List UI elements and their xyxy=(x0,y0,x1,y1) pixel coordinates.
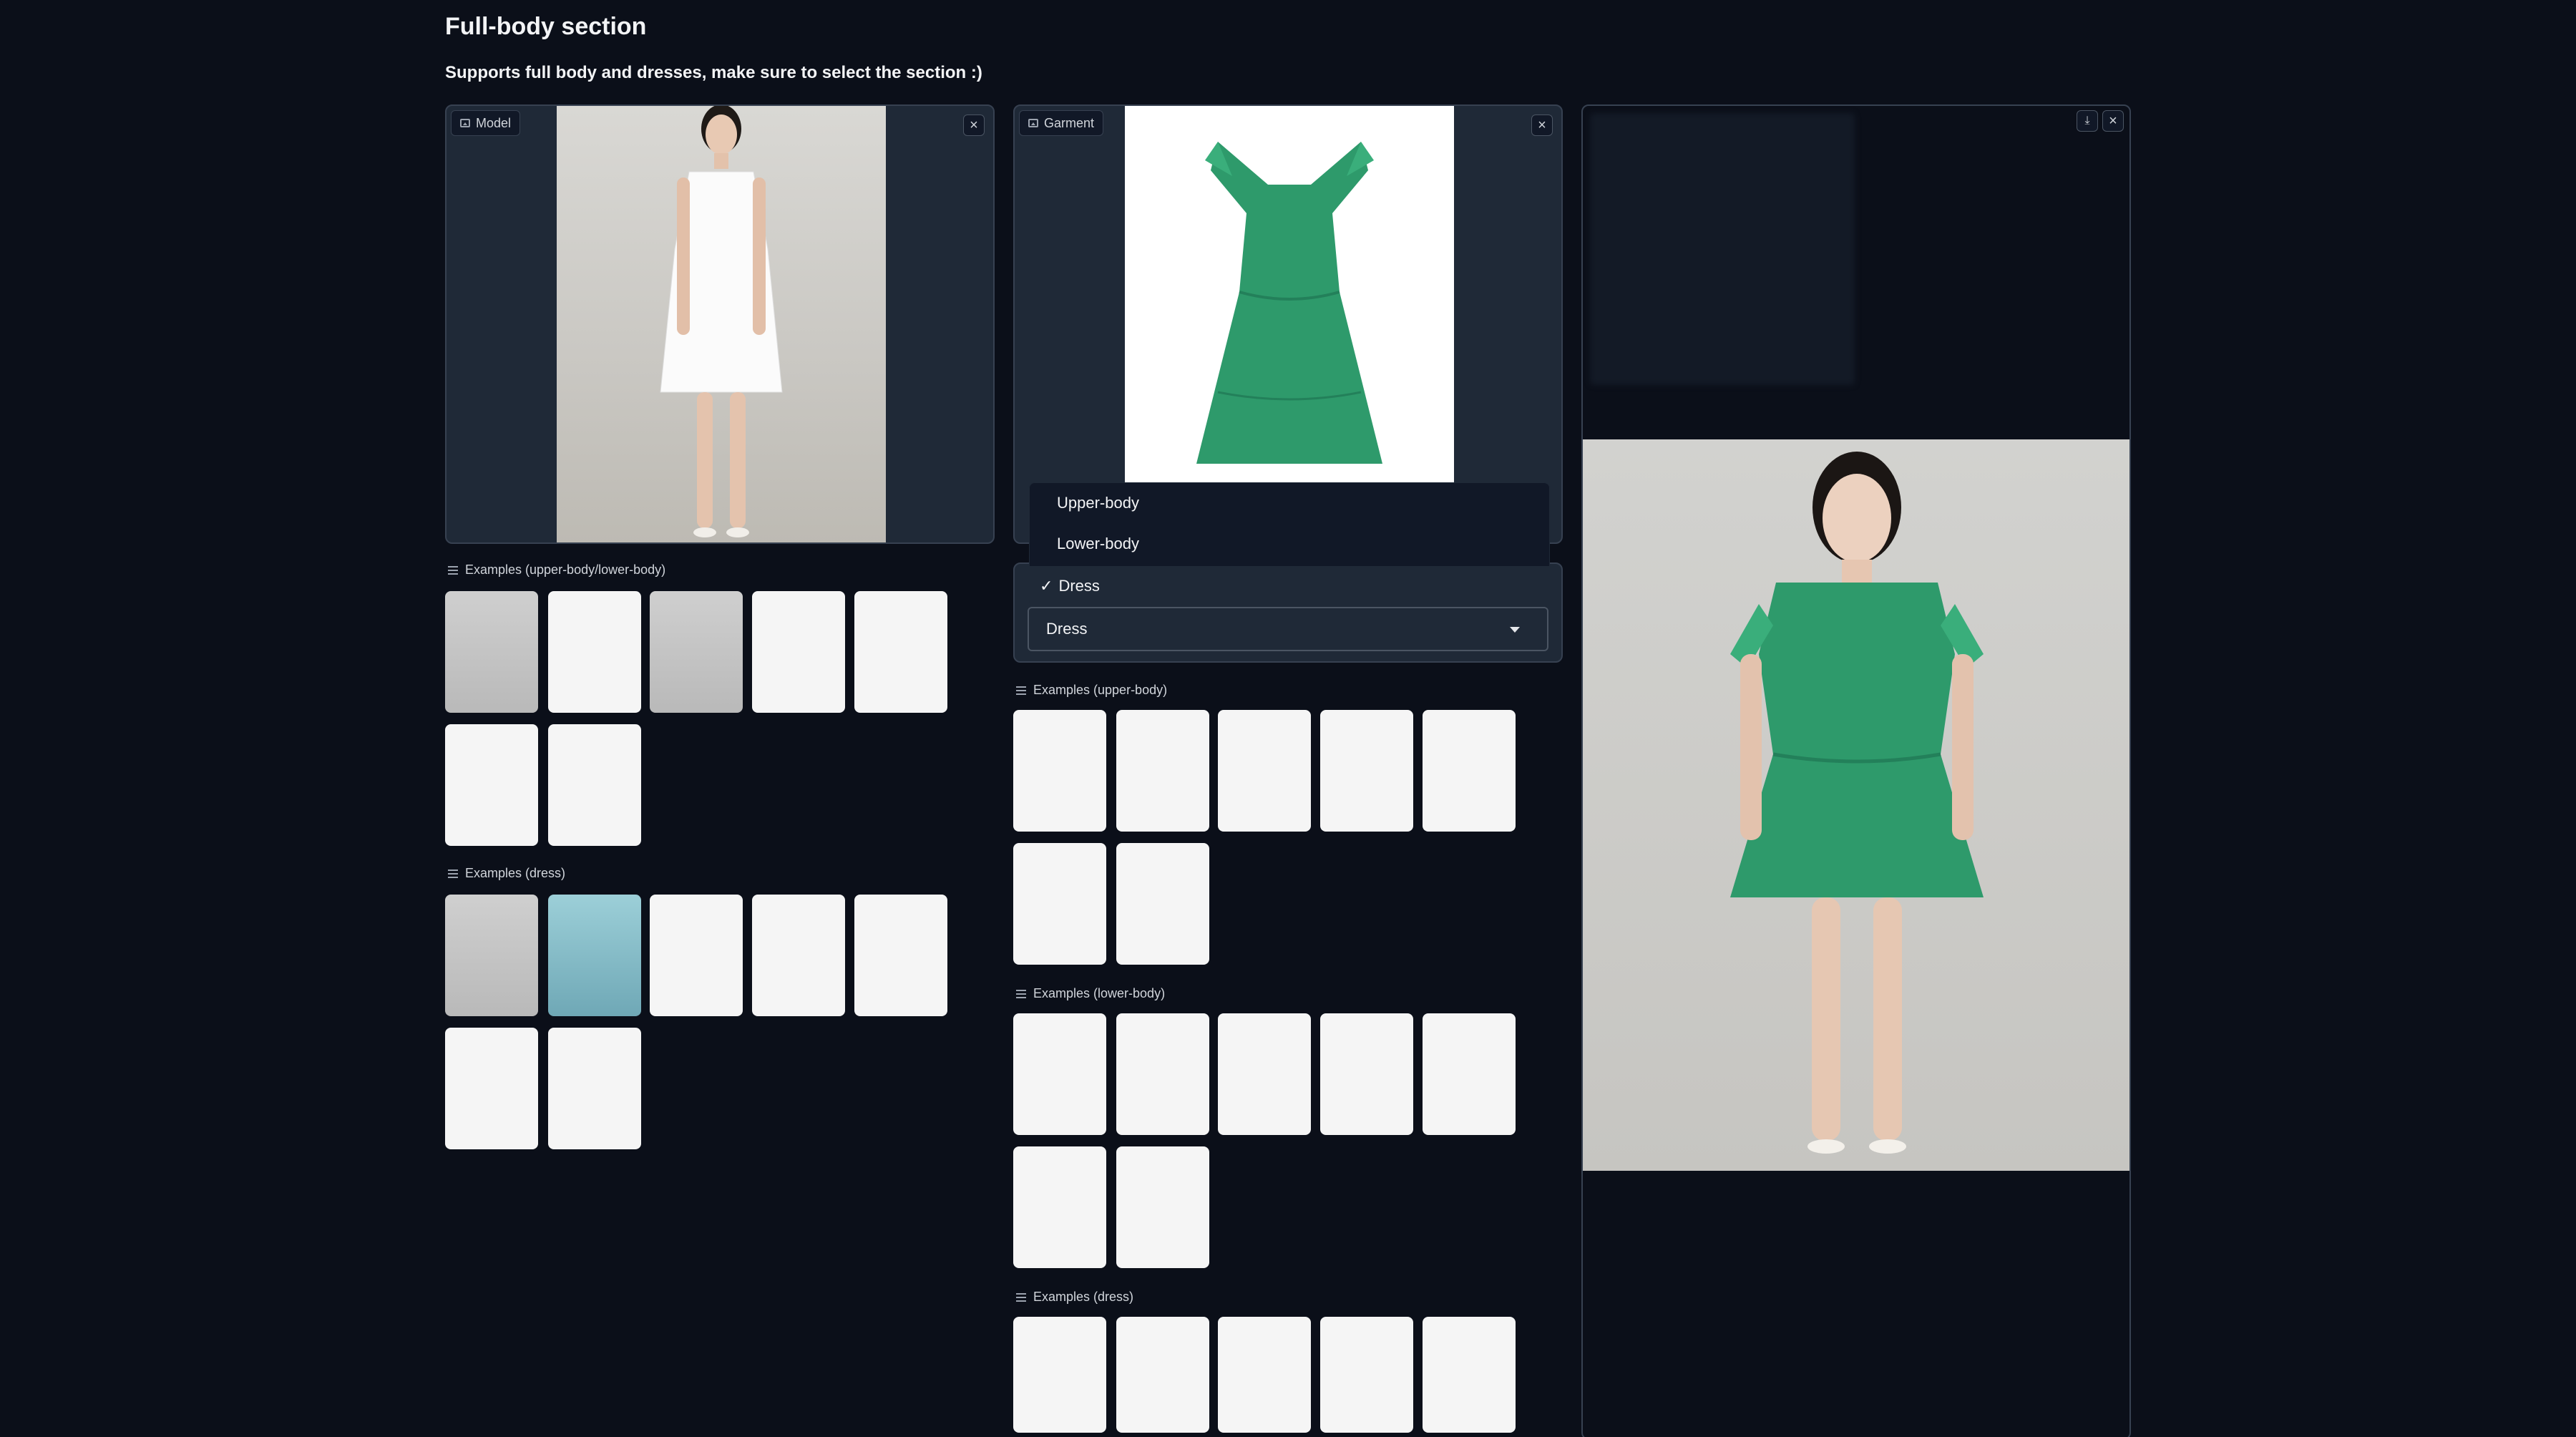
close-icon: × xyxy=(1538,117,1546,133)
dropdown-option-dress[interactable]: ✓ Dress xyxy=(1030,566,1551,606)
model-clear-button[interactable]: × xyxy=(963,115,985,136)
example-thumb[interactable] xyxy=(1423,1013,1516,1135)
option-text: Upper-body xyxy=(1057,494,1139,512)
model-label-text: Model xyxy=(476,115,512,130)
result-clear-button[interactable]: × xyxy=(2102,110,2124,132)
example-thumb[interactable] xyxy=(548,591,641,713)
example-thumb[interactable] xyxy=(1218,710,1311,832)
garment-photo xyxy=(1125,106,1454,485)
example-thumb[interactable] xyxy=(548,1028,641,1149)
example-thumb[interactable] xyxy=(1116,1013,1209,1135)
examples-upper-label: Examples (upper-body) xyxy=(1016,683,1167,698)
image-icon xyxy=(460,119,470,127)
model-image-label: Model xyxy=(451,110,521,136)
section-label-text: Examples (dress) xyxy=(1033,1290,1134,1304)
list-icon xyxy=(448,565,458,575)
example-thumb[interactable] xyxy=(854,895,947,1016)
close-icon: × xyxy=(970,117,978,133)
garment-image-panel[interactable]: Garment × xyxy=(1013,104,1563,544)
option-text: Lower-body xyxy=(1057,535,1139,552)
model-photo xyxy=(557,106,886,542)
example-thumb[interactable] xyxy=(1116,1146,1209,1268)
list-icon xyxy=(1016,1292,1026,1302)
model-image-panel[interactable]: Model × xyxy=(445,104,995,544)
model-figure xyxy=(660,106,783,537)
examples-upper-lower-label: Examples (upper-body/lower-body) xyxy=(448,562,665,578)
example-thumb[interactable] xyxy=(1013,1317,1106,1433)
check-icon: ✓ xyxy=(1040,577,1053,595)
example-thumb[interactable] xyxy=(1320,710,1413,832)
example-thumb[interactable] xyxy=(1013,1146,1106,1268)
example-thumb[interactable] xyxy=(854,591,947,713)
section-label-text: Examples (dress) xyxy=(465,866,566,880)
garment-clear-button[interactable]: × xyxy=(1531,115,1553,136)
category-select[interactable]: Dress xyxy=(1028,607,1548,651)
example-thumb[interactable] xyxy=(1116,710,1209,832)
examples-lower-label: Examples (lower-body) xyxy=(1016,986,1165,1001)
example-thumb[interactable] xyxy=(1320,1317,1413,1433)
result-image-panel[interactable]: ⤓ × xyxy=(1581,104,2131,1437)
result-figure xyxy=(1730,452,1984,1154)
example-thumb[interactable] xyxy=(1013,710,1106,832)
example-thumb[interactable] xyxy=(1320,1013,1413,1135)
example-thumb[interactable] xyxy=(1116,843,1209,965)
dropdown-option-lower-body[interactable]: Lower-body xyxy=(1030,524,1551,564)
image-icon xyxy=(1028,119,1038,127)
example-thumb[interactable] xyxy=(752,895,845,1016)
example-thumb[interactable] xyxy=(752,591,845,713)
result-download-button[interactable]: ⤓ xyxy=(2077,110,2098,132)
list-icon xyxy=(448,869,458,878)
result-preview-blur xyxy=(1590,113,1855,385)
option-text: Dress xyxy=(1058,577,1100,595)
example-thumb[interactable] xyxy=(650,591,743,713)
dropdown-option-upper-body[interactable]: Upper-body xyxy=(1030,483,1551,523)
example-thumb[interactable] xyxy=(650,895,743,1016)
page-subtitle: Supports full body and dresses, make sur… xyxy=(445,63,982,82)
example-thumb[interactable] xyxy=(548,895,641,1016)
garment-label-text: Garment xyxy=(1044,115,1095,130)
green-dress-figure xyxy=(1196,142,1382,464)
section-label-text: Examples (upper-body) xyxy=(1033,683,1168,697)
example-thumb[interactable] xyxy=(548,724,641,846)
category-dropdown-menu[interactable]: Upper-body Lower-body ✓ Dress xyxy=(1029,482,1551,606)
select-value: Dress xyxy=(1046,620,1088,638)
example-thumb[interactable] xyxy=(445,895,538,1016)
example-thumb[interactable] xyxy=(1423,710,1516,832)
list-icon xyxy=(1016,686,1026,695)
example-thumb[interactable] xyxy=(445,724,538,846)
examples-dress-label: Examples (dress) xyxy=(448,866,565,881)
page-title: Full-body section xyxy=(445,13,647,40)
example-thumb[interactable] xyxy=(1013,1013,1106,1135)
example-thumb[interactable] xyxy=(445,591,538,713)
list-icon xyxy=(1016,989,1026,998)
garment-image-label: Garment xyxy=(1019,110,1104,136)
close-icon: × xyxy=(2109,113,2117,129)
example-thumb[interactable] xyxy=(1218,1013,1311,1135)
example-thumb[interactable] xyxy=(1116,1317,1209,1433)
example-thumb[interactable] xyxy=(1013,843,1106,965)
chevron-down-icon xyxy=(1510,627,1520,633)
download-icon: ⤓ xyxy=(2084,115,2090,127)
example-thumb[interactable] xyxy=(1423,1317,1516,1433)
example-thumb[interactable] xyxy=(1218,1317,1311,1433)
result-photo xyxy=(1583,439,2129,1171)
example-thumb[interactable] xyxy=(445,1028,538,1149)
section-label-text: Examples (upper-body/lower-body) xyxy=(465,562,666,577)
examples-dress-right-label: Examples (dress) xyxy=(1016,1290,1133,1305)
section-label-text: Examples (lower-body) xyxy=(1033,986,1166,1000)
